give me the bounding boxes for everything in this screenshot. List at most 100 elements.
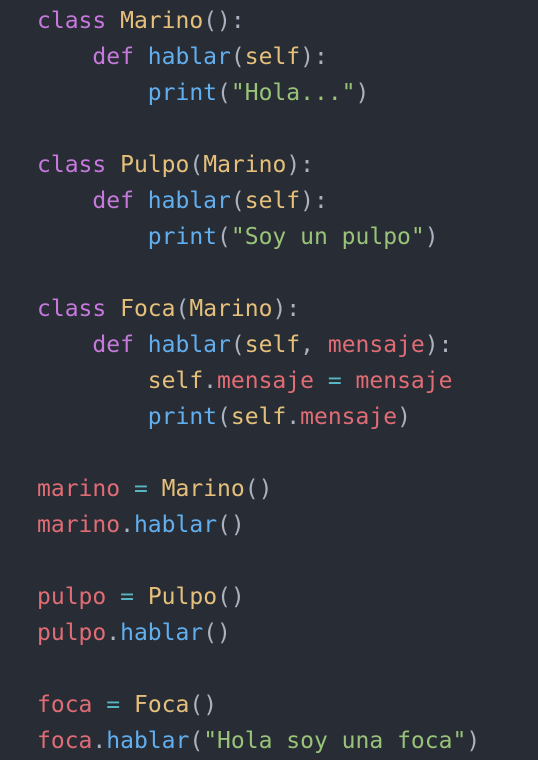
code-token-punct: ): [286, 152, 315, 178]
code-token-ws [106, 296, 120, 322]
code-token-ws [120, 692, 134, 718]
code-token-punct: ): [272, 296, 301, 322]
code-token-self: self [244, 332, 301, 358]
code-token-ws [120, 476, 134, 502]
code-token-punct: ( [175, 296, 190, 322]
code-token-string: "Hola soy una foca" [203, 728, 467, 754]
code-token-ws [92, 692, 106, 718]
code-line: def hablar(self): [37, 39, 480, 75]
code-line: print("Hola...") [37, 75, 480, 111]
code-token-keyword: def [92, 188, 134, 214]
code-token-var: mensaje [300, 404, 398, 430]
code-token-var: marino [37, 512, 121, 538]
code-token-var: pulpo [37, 584, 107, 610]
code-token-class: Marino [189, 296, 273, 322]
code-token-var: mensaje [355, 368, 453, 394]
code-token-punct: ): [424, 332, 453, 358]
code-token-punct: ( [230, 332, 245, 358]
code-token-punct: ( [230, 188, 245, 214]
code-token-class: Marino [120, 8, 204, 34]
code-token-punct: () [217, 584, 245, 610]
code-token-ws [148, 476, 162, 502]
code-editor: class Marino(): def hablar(self): print(… [0, 0, 538, 760]
code-block: class Marino(): def hablar(self): print(… [37, 3, 480, 759]
code-token-ws [342, 368, 356, 394]
code-token-func: hablar [147, 188, 231, 214]
code-token-class: Foca [120, 296, 176, 322]
code-token-punct: ( [217, 404, 231, 430]
code-token-class: Pulpo [120, 152, 190, 178]
code-token-ws [314, 368, 328, 394]
code-token-punct: , [300, 332, 328, 358]
code-token-ws [37, 224, 148, 250]
code-token-punct: ) [355, 80, 370, 106]
code-line: pulpo = Pulpo() [37, 579, 480, 615]
code-token-op: = [327, 368, 342, 394]
code-token-self: self [244, 44, 301, 70]
code-line: print("Soy un pulpo") [37, 219, 480, 255]
code-token-ws [106, 152, 120, 178]
code-token-keyword: def [92, 44, 134, 70]
code-token-var: foca [37, 692, 93, 718]
code-token-punct: ( [217, 224, 231, 250]
code-token-class: Marino [161, 476, 245, 502]
code-token-self: self [230, 404, 287, 430]
code-token-punct: . [286, 404, 301, 430]
code-token-op: = [133, 476, 148, 502]
code-token-func: hablar [133, 512, 218, 538]
code-token-string: "Hola..." [230, 80, 356, 106]
code-token-punct: ) [397, 404, 411, 430]
code-token-class: Marino [203, 152, 287, 178]
code-token-self: self [244, 188, 301, 214]
code-token-punct: ( [189, 152, 204, 178]
code-token-self: self [147, 368, 204, 394]
code-line: print(self.mensaje) [37, 399, 480, 435]
code-token-punct: () [203, 620, 231, 646]
code-token-punct: ( [230, 44, 245, 70]
code-token-func: print [147, 224, 218, 250]
code-token-var: marino [37, 476, 121, 502]
code-line: class Marino(): [37, 3, 480, 39]
code-line: self.mensaje = mensaje [37, 363, 480, 399]
code-token-ws [106, 584, 120, 610]
code-token-punct: () [217, 512, 245, 538]
code-token-var: pulpo [37, 620, 107, 646]
code-token-punct: (): [203, 8, 245, 34]
code-token-ws [134, 584, 148, 610]
code-token-op: = [120, 584, 134, 610]
code-token-func: hablar [106, 728, 190, 754]
code-token-punct: ) [466, 728, 481, 754]
code-token-class: Foca [133, 692, 190, 718]
code-token-ws [37, 188, 92, 214]
code-token-punct: . [203, 368, 218, 394]
code-token-ws [37, 332, 92, 358]
code-line: def hablar(self, mensaje): [37, 327, 480, 363]
code-token-ws [37, 404, 148, 430]
code-token-punct: ): [300, 188, 328, 214]
code-token-class: Pulpo [147, 584, 218, 610]
code-line: foca.hablar("Hola soy una foca") [37, 723, 480, 759]
code-token-punct: . [106, 620, 121, 646]
code-token-punct: . [120, 512, 134, 538]
code-token-punct: () [189, 692, 218, 718]
code-token-ws [134, 44, 148, 70]
code-token-ws [106, 8, 120, 34]
code-token-op: = [106, 692, 121, 718]
code-token-func: hablar [147, 332, 231, 358]
code-token-var: mensaje [217, 368, 314, 394]
code-token-ws [37, 44, 92, 70]
code-line: marino.hablar() [37, 507, 480, 543]
code-token-keyword: class [37, 296, 107, 322]
code-token-func: print [147, 404, 218, 430]
code-line: pulpo.hablar() [37, 615, 480, 651]
code-token-keyword: def [92, 332, 134, 358]
code-line: def hablar(self): [37, 183, 480, 219]
code-token-punct: ( [217, 80, 231, 106]
code-token-var: mensaje [327, 332, 425, 358]
code-token-punct: . [92, 728, 107, 754]
code-token-punct: () [244, 476, 273, 502]
code-token-ws [37, 80, 148, 106]
